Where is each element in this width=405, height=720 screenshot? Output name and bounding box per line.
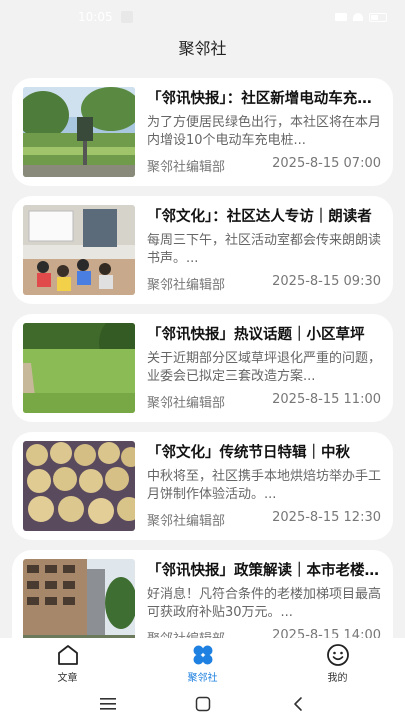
tab-julinshe[interactable]: 聚邻社 [163, 643, 243, 684]
status-left: 10:05 [78, 10, 133, 24]
article-time: 2025-8-15 11:00 [272, 392, 381, 407]
article-card[interactable]: 「邻文化」传统节日特辑｜中秋 中秋将至，社区携手本地烘焙坊举办手工月饼制作体验活… [12, 432, 393, 540]
article-author: 聚邻社编辑部 [147, 628, 225, 638]
article-time: 2025-8-15 07:00 [272, 156, 381, 171]
article-card[interactable]: 「邻讯快报」热议话题｜小区草坪 关于近期部分区域草坪退化严重的问题，业委会已拟定… [12, 314, 393, 422]
tab-mine[interactable]: 我的 [298, 643, 378, 684]
article-summary: 每周三下午，社区活动室都会传来朗朗读书声。... [147, 233, 381, 266]
tab-label: 我的 [327, 672, 348, 684]
article-feed[interactable]: 「邻讯快报」：社区新增电动车充电桩 为了方便居民绿色出行，本社区将在本月内增设1… [0, 72, 405, 638]
smiley-icon [326, 643, 350, 667]
article-body: 「邻文化」传统节日特辑｜中秋 中秋将至，社区携手本地烘焙坊举办手工月饼制作体验活… [147, 443, 381, 529]
menu-icon[interactable] [96, 692, 120, 716]
article-body: 「邻讯快报」热议话题｜小区草坪 关于近期部分区域草坪退化严重的问题，业委会已拟定… [147, 325, 381, 411]
article-thumbnail [23, 323, 135, 413]
article-thumbnail [23, 205, 135, 295]
classroom-reading-photo [23, 205, 135, 295]
app-notification-icon [120, 11, 133, 23]
article-meta: 聚邻社编辑部 2025-8-15 09:30 [147, 274, 381, 293]
home-square-icon[interactable] [191, 692, 215, 716]
signal-icon [335, 13, 347, 21]
article-title[interactable]: 「邻文化」：社区达人专访｜朗读者 [147, 207, 381, 227]
lawn-photo [23, 323, 135, 413]
mooncakes-photo [23, 441, 135, 531]
article-summary: 中秋将至，社区携手本地烘焙坊举办手工月饼制作体验活动。... [147, 469, 381, 502]
back-icon[interactable] [286, 692, 310, 716]
article-thumbnail [23, 559, 135, 638]
article-author: 聚邻社编辑部 [147, 514, 226, 529]
article-author: 聚邻社编辑部 [147, 160, 226, 175]
status-time: 10:05 [78, 10, 113, 24]
battery-icon [369, 12, 387, 22]
home-icon [56, 643, 80, 667]
article-thumbnail [23, 441, 135, 531]
article-summary: 好消息！凡符合条件的老楼加梯项目最高可获政府补贴30万元。... [147, 587, 381, 620]
article-summary: 关于近期部分区域草坪退化严重的问题，业委会已拟定三套改造方案... [147, 351, 381, 384]
article-body: 「邻讯快报」：社区新增电动车充电桩 为了方便居民绿色出行，本社区将在本月内增设1… [147, 89, 381, 175]
article-card[interactable]: 「邻讯快报」：社区新增电动车充电桩 为了方便居民绿色出行，本社区将在本月内增设1… [12, 78, 393, 186]
article-meta: 聚邻社编辑部 2025-8-15 14:00 [147, 628, 381, 638]
article-meta: 聚邻社编辑部 2025-8-15 07:00 [147, 156, 381, 175]
article-thumbnail [23, 87, 135, 177]
article-summary: 为了方便居民绿色出行，本社区将在本月内增设10个电动车充电桩... [147, 115, 381, 148]
tab-label: 聚邻社 [187, 672, 218, 684]
wifi-icon [353, 13, 363, 21]
article-author: 聚邻社编辑部 [147, 278, 226, 293]
bottom-tab-bar: 文章 聚邻社 我的 [0, 638, 405, 688]
status-bar: 10:05 [0, 0, 405, 34]
ev-charging-station-photo [23, 87, 135, 177]
tab-label: 文章 [57, 672, 78, 684]
article-time: 2025-8-15 09:30 [272, 274, 381, 289]
article-card[interactable]: 「邻讯快报」政策解读｜本市老楼加梯 好消息！凡符合条件的老楼加梯项目最高可获政府… [12, 550, 393, 638]
system-navigation-bar [0, 688, 405, 720]
article-body: 「邻讯快报」政策解读｜本市老楼加梯 好消息！凡符合条件的老楼加梯项目最高可获政府… [147, 561, 381, 638]
article-meta: 聚邻社编辑部 2025-8-15 11:00 [147, 392, 381, 411]
clover-icon [191, 643, 215, 667]
apartment-building-photo [23, 559, 135, 638]
article-card[interactable]: 「邻文化」：社区达人专访｜朗读者 每周三下午，社区活动室都会传来朗朗读书声。..… [12, 196, 393, 304]
article-meta: 聚邻社编辑部 2025-8-15 12:30 [147, 510, 381, 529]
article-time: 2025-8-15 14:00 [272, 628, 381, 638]
tab-articles[interactable]: 文章 [28, 643, 108, 684]
status-right [335, 12, 387, 22]
page-title: 聚邻社 [178, 39, 227, 58]
article-time: 2025-8-15 12:30 [272, 510, 381, 525]
article-title[interactable]: 「邻文化」传统节日特辑｜中秋 [147, 443, 381, 463]
article-author: 聚邻社编辑部 [147, 396, 226, 411]
article-title[interactable]: 「邻讯快报」政策解读｜本市老楼加梯 [147, 561, 381, 581]
article-title[interactable]: 「邻讯快报」：社区新增电动车充电桩 [147, 89, 381, 109]
article-body: 「邻文化」：社区达人专访｜朗读者 每周三下午，社区活动室都会传来朗朗读书声。..… [147, 207, 381, 293]
article-title[interactable]: 「邻讯快报」热议话题｜小区草坪 [147, 325, 381, 345]
